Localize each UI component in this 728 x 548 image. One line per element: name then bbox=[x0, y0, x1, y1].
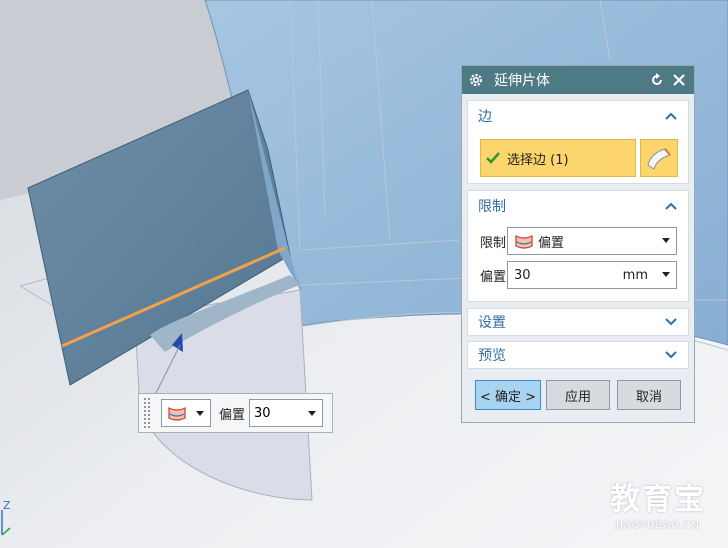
chevron-down-icon[interactable] bbox=[664, 348, 678, 362]
watermark-logo: 教育宝 bbox=[610, 482, 706, 517]
chevron-down-icon bbox=[196, 411, 204, 416]
check-icon bbox=[486, 152, 500, 164]
edge-selection-intent-button[interactable] bbox=[640, 139, 678, 177]
edge-group-title: 边 bbox=[478, 109, 492, 125]
chevron-up-icon[interactable] bbox=[664, 109, 678, 123]
limit-group: 限制 限制 偏置 偏置 30 mm bbox=[467, 190, 689, 302]
offset-icon bbox=[515, 235, 533, 249]
close-icon[interactable] bbox=[670, 71, 688, 89]
chevron-up-icon[interactable] bbox=[664, 199, 678, 213]
cancel-button[interactable]: 取消 bbox=[617, 380, 681, 410]
limit-group-title: 限制 bbox=[478, 199, 506, 215]
settings-group-title: 设置 bbox=[478, 315, 506, 331]
limit-select[interactable]: 偏置 bbox=[507, 227, 677, 255]
dialog-title-bar[interactable]: 延伸片体 bbox=[462, 66, 694, 94]
offset-unit: mm bbox=[622, 267, 648, 283]
settings-group[interactable]: 设置 bbox=[467, 308, 689, 336]
ok-button[interactable]: < 确定 > bbox=[475, 380, 541, 410]
limit-label: 限制 bbox=[480, 235, 507, 251]
gear-icon[interactable] bbox=[468, 71, 486, 89]
settings-group-header[interactable]: 设置 bbox=[468, 309, 688, 335]
drag-handle[interactable] bbox=[143, 397, 151, 429]
floatbar-offset-label: 偏置 bbox=[219, 407, 246, 423]
chevron-down-icon bbox=[308, 411, 317, 416]
select-edge-button[interactable]: 选择边 (1) bbox=[480, 139, 636, 177]
chevron-down-icon bbox=[662, 238, 670, 243]
dialog-title: 延伸片体 bbox=[494, 73, 550, 89]
edge-group-header[interactable]: 边 bbox=[468, 101, 688, 131]
select-edge-label: 选择边 (1) bbox=[507, 152, 569, 168]
curved-surface-icon bbox=[647, 148, 671, 170]
preview-group-header[interactable]: 预览 bbox=[468, 342, 688, 368]
limit-group-header[interactable]: 限制 bbox=[468, 191, 688, 221]
watermark-url: JIAOYUBAO.CN bbox=[616, 520, 700, 531]
preview-group-title: 预览 bbox=[478, 348, 506, 364]
offset-icon bbox=[168, 407, 186, 421]
floatbar-offset-value: 30 bbox=[254, 405, 271, 421]
preview-group[interactable]: 预览 bbox=[467, 341, 689, 369]
offset-label: 偏置 bbox=[480, 269, 507, 285]
limit-row: 限制 偏置 bbox=[480, 227, 677, 255]
floatbar-offset-input[interactable]: 30 bbox=[249, 399, 324, 427]
watermark: 教育宝 JIAOYUBAO.CN bbox=[610, 474, 706, 531]
reset-icon[interactable] bbox=[648, 71, 666, 89]
offset-value: 30 bbox=[514, 267, 531, 283]
chevron-down-icon[interactable] bbox=[664, 315, 678, 329]
axis-z-label: Z bbox=[3, 499, 11, 512]
offset-input[interactable]: 30 mm bbox=[507, 261, 677, 289]
edge-group: 边 选择边 (1) bbox=[467, 100, 689, 184]
limit-value: 偏置 bbox=[538, 235, 565, 251]
chevron-down-icon bbox=[662, 272, 670, 277]
offset-row: 偏置 30 mm bbox=[480, 261, 677, 289]
extend-sheet-dialog: 延伸片体 边 选择边 (1) 限制 限制 偏置 偏置 30 mm 设置 预览 <… bbox=[461, 65, 695, 423]
offset-type-combo[interactable] bbox=[161, 399, 211, 427]
apply-button[interactable]: 应用 bbox=[546, 380, 610, 410]
floating-input-bar[interactable]: 偏置 30 bbox=[138, 393, 333, 433]
